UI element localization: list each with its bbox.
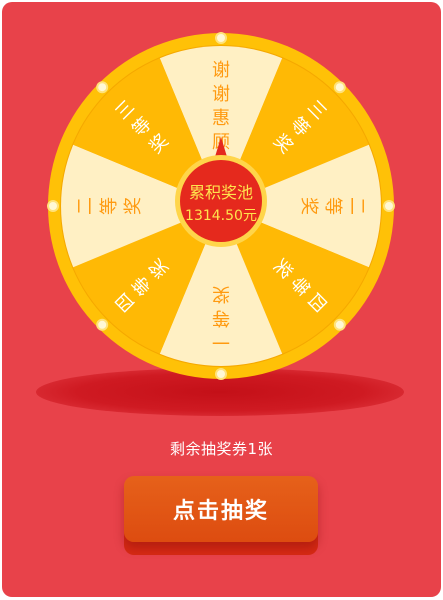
draw-button[interactable]: 点击抽奖 (124, 476, 318, 542)
rim-light (96, 81, 109, 94)
segment-label: 二等奖 (75, 197, 144, 215)
rim-light (333, 81, 346, 94)
rim-light (47, 200, 59, 212)
rim-light (96, 318, 109, 331)
rim-light (383, 200, 395, 212)
pool-title: 累积奖池 (189, 183, 253, 202)
rim-light (215, 368, 227, 380)
rim-light (333, 318, 346, 331)
segment-label: 一等奖 (212, 283, 230, 352)
pool-amount: 1314.50元 (185, 208, 257, 224)
remaining-tickets: 剩余抽奖券1张 (169, 440, 274, 458)
segment-label: 二等奖 (298, 197, 367, 215)
rim-light (215, 32, 227, 44)
